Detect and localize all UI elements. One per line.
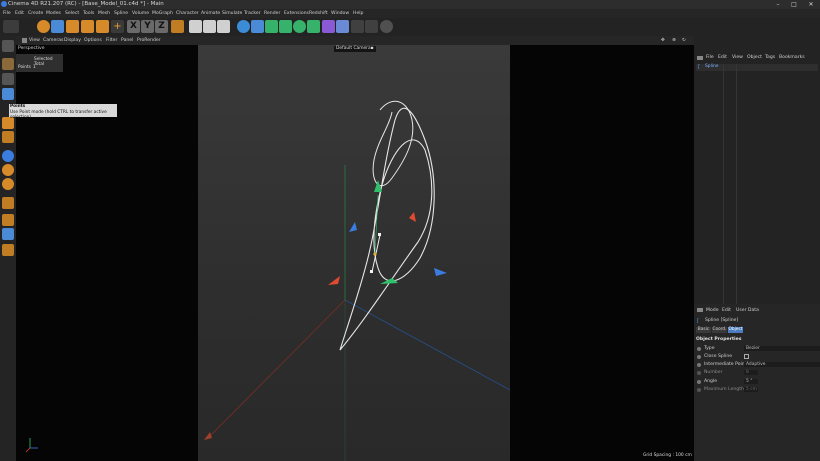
- tooltip-text: Use Point mode (hold CTRL to transfer ac…: [10, 110, 107, 120]
- tooltip-title: Points: [10, 104, 26, 109]
- prop-ip-label: Intermediate Points: [704, 362, 749, 367]
- tab-object[interactable]: Object: [728, 327, 743, 333]
- gizmo-plane-zy: [349, 222, 357, 232]
- am-object-label: Spline [Spline]: [705, 318, 739, 323]
- am-menu-mode[interactable]: Mode: [706, 308, 719, 313]
- am-menu-userdata[interactable]: User Data: [736, 308, 759, 313]
- max-length-field[interactable]: 5 cm: [744, 387, 758, 392]
- tooltip: Points Use Point mode (hold CTRL to tran…: [9, 104, 117, 120]
- spline-tangent-handle-2: [370, 270, 373, 273]
- type-select[interactable]: Bezier: [744, 346, 820, 351]
- close-spline-checkbox[interactable]: [744, 354, 749, 359]
- world-x-arrow: [204, 432, 212, 440]
- prop-close-label: Close Spline: [704, 354, 733, 359]
- anim-dot-maxlen[interactable]: [697, 388, 701, 392]
- gizmo-plane-xy: [409, 212, 416, 222]
- am-menu-edit[interactable]: Edit: [722, 308, 731, 313]
- prop-maxlen-label: Maximum Length: [704, 387, 744, 392]
- intermediate-points-select[interactable]: Adaptive: [744, 362, 820, 367]
- prop-angle-label: Angle: [704, 379, 718, 384]
- om-menu-file[interactable]: File: [706, 55, 714, 60]
- gizmo-plane-xz: [380, 278, 398, 284]
- om-layout-icon[interactable]: [697, 56, 703, 60]
- gizmo-z-handle: [434, 268, 447, 276]
- am-layout-icon[interactable]: [697, 308, 703, 312]
- anim-dot-angle[interactable]: [697, 380, 701, 384]
- om-menu-object[interactable]: Object: [747, 55, 762, 60]
- anim-dot-ip[interactable]: [697, 363, 701, 367]
- gizmo-x-handle: [328, 276, 340, 285]
- tab-coord[interactable]: Coord.: [712, 327, 727, 333]
- number-field[interactable]: 8: [744, 370, 758, 375]
- anim-dot-number[interactable]: [697, 371, 701, 375]
- object-name[interactable]: Spline: [705, 64, 719, 69]
- section-title: Object Properties: [696, 337, 742, 342]
- anim-dot-close[interactable]: [697, 355, 701, 359]
- prop-number-label: Number: [704, 370, 723, 375]
- spline-inner-loop: [372, 100, 414, 187]
- grid-spacing-label: Grid Spacing : 100 cm: [643, 453, 692, 458]
- object-row-spline[interactable]: ʃ Spline: [696, 64, 818, 71]
- spline-icon: ʃ: [698, 64, 700, 70]
- object-type-icon: ʃ: [697, 318, 699, 324]
- object-manager: File Edit View Object Tags Bookmarks ʃ S…: [694, 36, 820, 304]
- angle-field[interactable]: 5 °: [744, 379, 758, 384]
- spline-tangent-handle: [378, 233, 381, 236]
- tab-basic[interactable]: Basic: [696, 327, 711, 333]
- world-x-axis: [207, 299, 346, 439]
- om-menu-bookmarks[interactable]: Bookmarks: [779, 55, 805, 60]
- om-menu-view[interactable]: View: [732, 55, 743, 60]
- world-z-axis: [344, 299, 511, 391]
- prop-type-label: Type: [704, 346, 715, 351]
- om-menu-edit[interactable]: Edit: [718, 55, 727, 60]
- anim-dot-type[interactable]: [697, 347, 701, 351]
- om-menu-tags[interactable]: Tags: [765, 55, 775, 60]
